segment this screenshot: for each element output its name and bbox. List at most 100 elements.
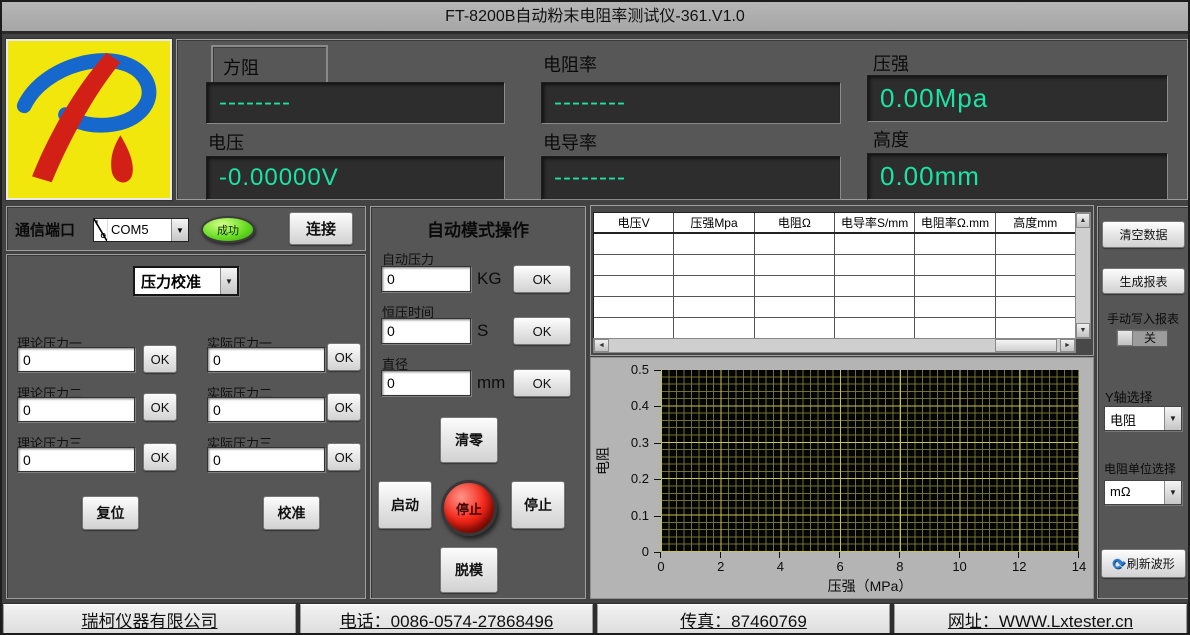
x-tick-marks	[661, 552, 1079, 558]
plot-area	[661, 370, 1079, 552]
scrollbar-thumb[interactable]	[995, 339, 1057, 352]
table-row[interactable]	[594, 297, 1075, 318]
scroll-right-icon[interactable]: ►	[1060, 339, 1075, 352]
reset-button[interactable]: 复位	[82, 496, 139, 530]
sheet-resistance-display: --------	[206, 82, 505, 124]
y-tick-label: 0.5	[631, 362, 649, 377]
com-port-select[interactable]: IO COM5 ▼	[93, 218, 189, 242]
table-cell	[835, 255, 915, 275]
generate-report-button[interactable]: 生成报表	[1102, 268, 1185, 294]
table-cell	[835, 318, 915, 338]
table-cell	[915, 276, 995, 296]
scroll-down-icon[interactable]: ▼	[1076, 323, 1090, 338]
hold-time-ok-button[interactable]: OK	[513, 317, 571, 345]
conductivity-label: 电导率	[543, 129, 597, 155]
footer-phone: 电话：0086-0574-27868496	[300, 604, 593, 634]
auto-pressure-unit: KG	[477, 269, 502, 289]
footer-bar: 瑞柯仪器有限公司 电话：0086-0574-27868496 传真：874607…	[2, 603, 1188, 635]
table-cell	[915, 255, 995, 275]
theory-pressure-3-input[interactable]	[17, 447, 135, 472]
connection-status-led: 成功	[201, 216, 255, 243]
table-horizontal-scrollbar[interactable]: ◄ ►	[593, 338, 1076, 353]
chevron-down-icon[interactable]: ▼	[1164, 481, 1181, 504]
auto-mode-panel: 自动模式操作 自动压力 KG OK 恒压时间 S OK 直径 mm OK 清零 …	[370, 206, 586, 599]
start-button[interactable]: 启动	[378, 481, 432, 529]
table-cell	[996, 234, 1075, 254]
clear-data-button[interactable]: 清空数据	[1102, 221, 1185, 248]
demold-button[interactable]: 脱模	[440, 547, 498, 593]
scroll-up-icon[interactable]: ▲	[1076, 213, 1090, 228]
conductivity-display: --------	[541, 156, 841, 200]
stop-button[interactable]: 停止	[511, 481, 565, 529]
refresh-waveform-button[interactable]: ⟳ 刷新波形	[1101, 549, 1186, 578]
refresh-icon: ⟳	[1112, 555, 1125, 573]
auto-mode-title: 自动模式操作	[371, 216, 585, 241]
y-tick-label: 0	[642, 544, 649, 559]
toggle-knob[interactable]	[1117, 330, 1133, 346]
table-row[interactable]	[594, 276, 1075, 297]
calibrate-button[interactable]: 校准	[263, 496, 320, 530]
refresh-waveform-label: 刷新波形	[1127, 555, 1175, 572]
table-cell	[755, 297, 835, 317]
auto-pressure-input[interactable]	[381, 266, 471, 292]
chevron-down-icon[interactable]: ▼	[220, 268, 237, 294]
table-cell	[835, 276, 915, 296]
hold-time-input[interactable]	[381, 318, 471, 344]
actual-pressure-3-ok-button[interactable]: OK	[327, 443, 361, 471]
x-tick-label: 10	[952, 559, 966, 574]
y-tick-label: 0.3	[631, 435, 649, 450]
x-tick-label: 12	[1012, 559, 1026, 574]
diameter-unit: mm	[477, 373, 505, 393]
waveform-chart: 电阻 00.10.20.30.40.5 02468101214 压强（MPa）	[590, 357, 1094, 599]
table-vertical-scrollbar[interactable]: ▲ ▼	[1075, 212, 1091, 339]
voltage-label: 电压	[208, 129, 244, 155]
comm-port-box: 通信端口 IO COM5 ▼ 成功 连接	[6, 206, 366, 251]
emergency-stop-button[interactable]: 停止	[441, 480, 497, 536]
unit-select[interactable]: mΩ ▼	[1104, 480, 1182, 505]
table-cell	[996, 318, 1075, 338]
calibration-mode-select[interactable]: 压力校准 ▼	[133, 266, 239, 296]
x-tick-labels: 02468101214	[661, 559, 1079, 574]
table-cell	[674, 297, 754, 317]
table-row[interactable]	[594, 318, 1075, 338]
manual-report-toggle[interactable]: 关	[1116, 329, 1168, 347]
com-port-value: COM5	[108, 219, 171, 241]
height-display: 0.00mm	[867, 153, 1168, 200]
table-cell	[674, 318, 754, 338]
y-axis-select[interactable]: 电阻 ▼	[1104, 406, 1182, 431]
table-cell	[996, 255, 1075, 275]
chevron-down-icon[interactable]: ▼	[171, 219, 188, 241]
column-header: 压强Mpa	[674, 213, 754, 232]
auto-pressure-ok-button[interactable]: OK	[513, 265, 571, 293]
table-row[interactable]	[594, 255, 1075, 276]
actual-pressure-2-input[interactable]	[207, 397, 325, 422]
actual-pressure-1-input[interactable]	[207, 347, 325, 372]
x-tick-label: 2	[717, 559, 724, 574]
chart-y-axis-title: 电阻	[589, 370, 617, 552]
table-row[interactable]	[594, 234, 1075, 255]
clear-zero-button[interactable]: 清零	[440, 417, 498, 463]
actual-pressure-1-ok-button[interactable]: OK	[327, 343, 361, 371]
connect-button[interactable]: 连接	[289, 212, 353, 245]
y-tick-label: 0.2	[631, 471, 649, 486]
y-tick-label: 0.4	[631, 398, 649, 413]
scroll-left-icon[interactable]: ◄	[594, 339, 609, 352]
theory-pressure-1-ok-button[interactable]: OK	[143, 345, 177, 373]
theory-pressure-3-ok-button[interactable]: OK	[143, 443, 177, 471]
toggle-state: 关	[1133, 330, 1167, 346]
chevron-down-icon[interactable]: ▼	[1164, 407, 1181, 430]
window-title: FT-8200B自动粉末电阻率测试仪-361.V1.0	[445, 8, 745, 25]
resistivity-display: --------	[541, 82, 841, 124]
actual-pressure-2-ok-button[interactable]: OK	[327, 393, 361, 421]
theory-pressure-2-input[interactable]	[17, 397, 135, 422]
footer-website: 网址：WWW.Lxtester.cn	[894, 604, 1187, 634]
table-cell	[996, 276, 1075, 296]
diameter-ok-button[interactable]: OK	[513, 369, 571, 397]
column-header: 电阻Ω	[755, 213, 835, 232]
actual-pressure-3-input[interactable]	[207, 447, 325, 472]
theory-pressure-1-input[interactable]	[17, 347, 135, 372]
table-cell	[755, 318, 835, 338]
table-cell	[674, 255, 754, 275]
theory-pressure-2-ok-button[interactable]: OK	[143, 393, 177, 421]
diameter-input[interactable]	[381, 370, 471, 396]
